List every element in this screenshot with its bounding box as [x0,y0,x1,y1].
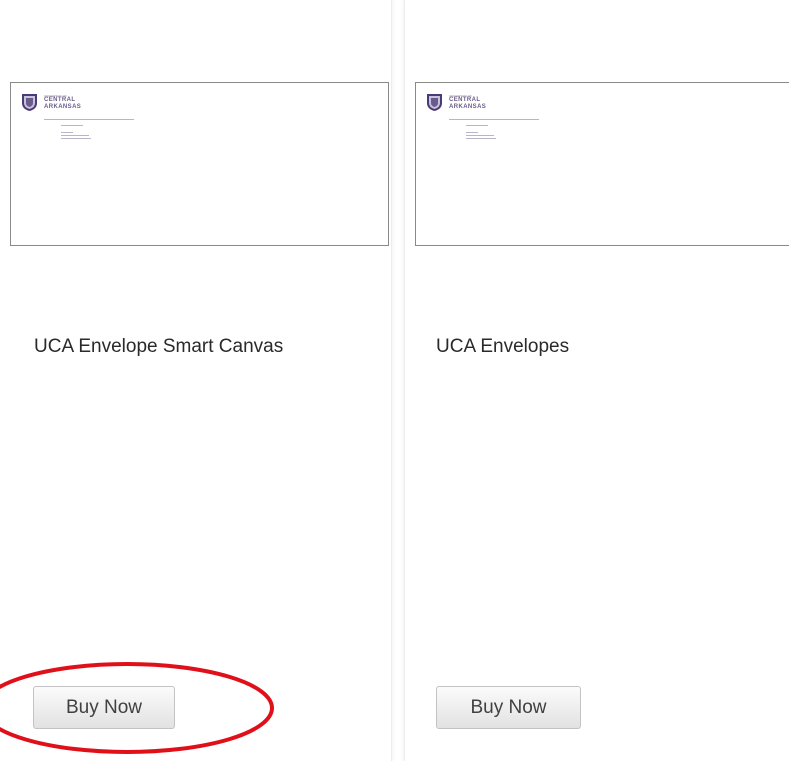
shield-seal-icon [427,94,442,111]
university-logo: UNIVERSITY OF CENTRAL ARKANSAS [426,93,541,141]
address-line [61,125,83,126]
address-line [61,132,73,133]
address-line [61,138,91,139]
logo-line-3: ARKANSAS [449,104,487,110]
logo-line-2: CENTRAL [44,97,76,103]
address-line [466,132,478,133]
product-title[interactable]: UCA Envelope Smart Canvas [34,336,283,358]
buy-now-button[interactable]: Buy Now [436,686,581,729]
university-logo: UNIVERSITY OF CENTRAL ARKANSAS [21,93,136,141]
address-line [466,125,488,126]
shield-seal-icon [22,94,37,111]
product-thumbnail[interactable]: UNIVERSITY OF CENTRAL ARKANSAS [415,82,789,246]
address-line [449,119,539,120]
logo-line-2: CENTRAL [449,97,481,103]
address-line [466,138,496,139]
logo-line-3: ARKANSAS [44,104,82,110]
address-line [61,135,89,136]
product-thumbnail[interactable]: UNIVERSITY OF CENTRAL ARKANSAS [10,82,389,246]
address-line [466,135,494,136]
buy-now-button[interactable]: Buy Now [33,686,175,729]
product-title[interactable]: UCA Envelopes [436,336,569,358]
address-line [44,119,134,120]
product-card-uca-envelope-smart-canvas: UNIVERSITY OF CENTRAL ARKANSAS UCA Envel… [0,0,392,761]
product-card-uca-envelopes: UNIVERSITY OF CENTRAL ARKANSAS UCA Envel… [404,0,789,761]
